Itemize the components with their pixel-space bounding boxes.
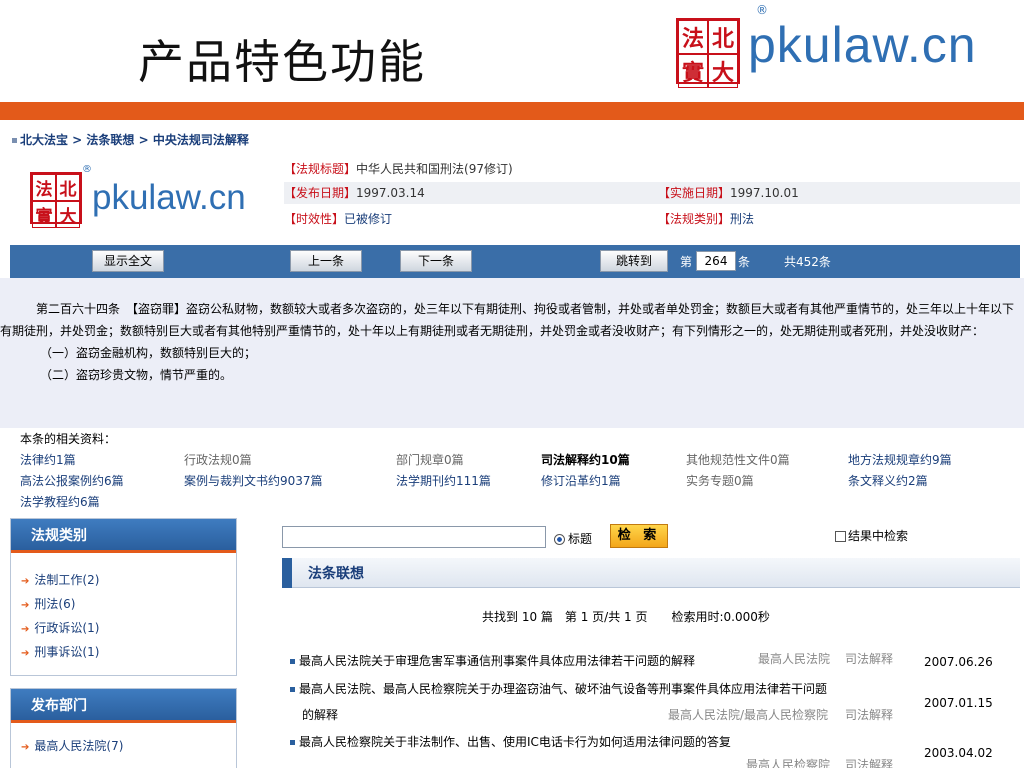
result-type: 司法解释 [845,652,894,666]
result-type: 司法解释 [845,758,894,768]
related-link[interactable]: 高法公报案例约6篇 [20,472,124,489]
pkulaw-seal-logo: 法北 實大 [676,18,740,88]
brand-name: pkulaw.cn [748,17,977,73]
page-prefix: 第 [680,255,693,269]
result-item[interactable]: 最高人民法院、最高人民检察院关于办理盗窃油气、破坏油气设备等刑事案件具体应用法律… [290,680,827,697]
pkulaw-seal-logo-small: 法北 實大 [30,172,82,228]
related-link[interactable]: 行政法规0篇 [184,451,252,468]
arrow-right-icon: ➔ [21,600,30,611]
category-panel: 法规类别 ➔ 法制工作(2) ➔ 刑法(6) ➔ 行政诉讼(1) ➔ 刑事诉讼(1) [10,518,237,676]
result-source: 最高人民法院 [758,652,831,666]
result-source: 最高人民检察院 [746,758,831,768]
result-item[interactable]: 最高人民法院关于审理危害军事通信刑事案件具体应用法律若干问题的解释 [290,652,695,669]
related-link[interactable]: 修订沿革约1篇 [541,472,621,489]
registered-mark: ® [756,3,768,17]
category-item[interactable]: ➔ 法制工作(2) [21,569,236,593]
slide-title: 产品特色功能 [138,35,426,89]
search-within-checkbox[interactable]: 结果中检索 [835,527,908,544]
results-summary: 共找到 10 篇 第 1 页/共 1 页 检索用时:0.000秒 [482,610,770,624]
result-date: 2007.01.15 [924,696,993,710]
prev-button[interactable]: 上一条 [290,250,362,272]
slide-header: 产品特色功能 法北 實大 ® pkulaw.cn [0,0,1024,102]
result-source: 最高人民法院/最高人民检察院 [668,708,829,722]
arrow-right-icon: ➔ [21,742,30,753]
jump-button[interactable]: 跳转到 [600,250,668,272]
total-count: 共452条 [784,255,831,269]
meta-status-row: 【时效性】已被修订 【法规类别】刑法 [284,212,755,226]
related-link[interactable]: 地方法规规章约9篇 [848,451,952,468]
article-item: （二）盗窃珍贵文物，情节严重的。 [40,368,233,382]
next-button[interactable]: 下一条 [400,250,472,272]
page-number-input[interactable]: 264 [696,251,736,271]
meta-title-row: 【法规标题】中华人民共和国刑法(97修订) [284,162,513,176]
related-link[interactable]: 其他规范性文件0篇 [686,451,790,468]
registered-mark-small: ® [82,164,92,175]
related-title: 本条的相关资料： [20,432,117,446]
result-type: 司法解释 [845,708,894,722]
category-item[interactable]: ➔ 刑法(6) [21,593,236,617]
related-link[interactable]: 法学期刊约111篇 [396,472,491,489]
related-link[interactable]: 案例与裁判文书约9037篇 [184,472,323,489]
department-item[interactable]: ➔ 最高人民法院(7) [21,735,236,759]
search-input[interactable] [282,526,546,548]
arrow-right-icon: ➔ [21,576,30,587]
arrow-right-icon: ➔ [21,624,30,635]
category-item[interactable]: ➔ 刑事诉讼(1) [21,641,236,665]
department-title: 发布部门 [11,689,236,723]
title-radio[interactable]: 标题 [554,530,592,547]
related-link[interactable]: 条文释义约2篇 [848,472,928,489]
category-title: 法规类别 [11,519,236,553]
navigation-toolbar: 显示全文 上一条 下一条 跳转到 第 264 条 共452条 [10,245,1020,278]
article-item: （一）盗窃金融机构，数额特别巨大的； [40,346,257,360]
result-date: 2007.06.26 [924,655,993,669]
bullet-icon [290,659,295,664]
search-button[interactable]: 检 索 [610,524,668,548]
related-link[interactable]: 司法解释约10篇 [541,451,630,468]
department-panel: 发布部门 ➔ 最高人民法院(7) [10,688,237,768]
related-link[interactable]: 法律约1篇 [20,451,76,468]
related-link[interactable]: 部门规章0篇 [396,451,464,468]
result-date: 2003.04.02 [924,746,993,760]
bullet-icon [290,687,295,692]
result-item[interactable]: 最高人民检察院关于非法制作、出售、使用IC电话卡行为如何适用法律问题的答复 [290,733,731,750]
result-item-continued[interactable]: 的解释 [302,706,338,723]
radio-icon [554,534,565,545]
related-link[interactable]: 法学教程约6篇 [20,493,100,510]
category-item[interactable]: ➔ 行政诉讼(1) [21,617,236,641]
checkbox-icon [835,531,846,542]
article-content: 第二百六十四条 【盗窃罪】盗窃公私财物，数额较大或者多次盗窃的，处三年以下有期徒… [0,278,1024,428]
article-paragraph: 第二百六十四条 【盗窃罪】盗窃公私财物，数额较大或者多次盗窃的，处三年以下有期徒… [0,302,1015,338]
bullet-icon [290,740,295,745]
meta-date-row: 【发布日期】1997.03.14 【实施日期】1997.10.01 [284,182,1020,204]
breadcrumb[interactable]: 北大法宝 > 法条联想 > 中央法规司法解释 [12,131,249,148]
results-header: 法条联想 [282,558,1020,588]
bullet-icon [12,138,17,143]
brand-name-small: pkulaw.cn [92,178,246,217]
related-link[interactable]: 实务专题0篇 [686,472,754,489]
page-suffix: 条 [738,255,751,269]
accent-divider [0,102,1024,120]
show-full-button[interactable]: 显示全文 [92,250,164,272]
arrow-right-icon: ➔ [21,648,30,659]
